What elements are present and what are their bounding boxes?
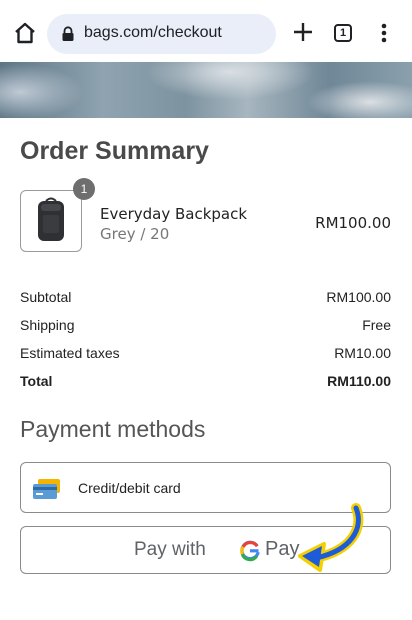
browser-toolbar: bags.com/checkout 1: [0, 0, 412, 62]
backpack-icon: [38, 197, 64, 241]
lock-icon: [62, 26, 74, 41]
order-summary-title: Order Summary: [20, 137, 209, 165]
gpay-prefix-label: Pay with: [134, 539, 206, 560]
total-row: Total RM110.00: [20, 373, 391, 393]
shipping-value: Free: [362, 317, 391, 333]
product-price: RM100.00: [315, 214, 391, 232]
pointer-arrow-icon: [298, 503, 364, 572]
subtotal-value: RM100.00: [326, 289, 391, 305]
url-text: bags.com/checkout: [84, 24, 222, 41]
subtotal-label: Subtotal: [20, 289, 72, 305]
taxes-value: RM10.00: [334, 345, 391, 361]
taxes-row: Estimated taxes RM10.00: [20, 345, 391, 365]
product-thumbnail: [20, 190, 82, 252]
address-bar[interactable]: bags.com/checkout: [47, 14, 276, 54]
shipping-row: Shipping Free: [20, 317, 391, 337]
product-variant: Grey / 20: [100, 225, 170, 243]
credit-card-icon: [33, 479, 60, 499]
product-name: Everyday Backpack: [100, 205, 248, 223]
taxes-label: Estimated taxes: [20, 345, 120, 361]
more-vert-icon[interactable]: [377, 22, 391, 44]
total-value: RM110.00: [327, 373, 391, 389]
payment-methods-title: Payment methods: [20, 416, 206, 442]
home-icon[interactable]: [12, 20, 38, 46]
hero-banner-image: [0, 62, 412, 118]
credit-card-label: Credit/debit card: [78, 480, 181, 496]
plus-icon[interactable]: [292, 21, 314, 43]
quantity-badge: 1: [73, 178, 95, 200]
subtotal-row: Subtotal RM100.00: [20, 289, 391, 309]
google-g-icon: [240, 540, 260, 562]
total-label: Total: [20, 373, 53, 389]
tabs-count-button[interactable]: 1: [334, 24, 352, 42]
shipping-label: Shipping: [20, 317, 75, 333]
